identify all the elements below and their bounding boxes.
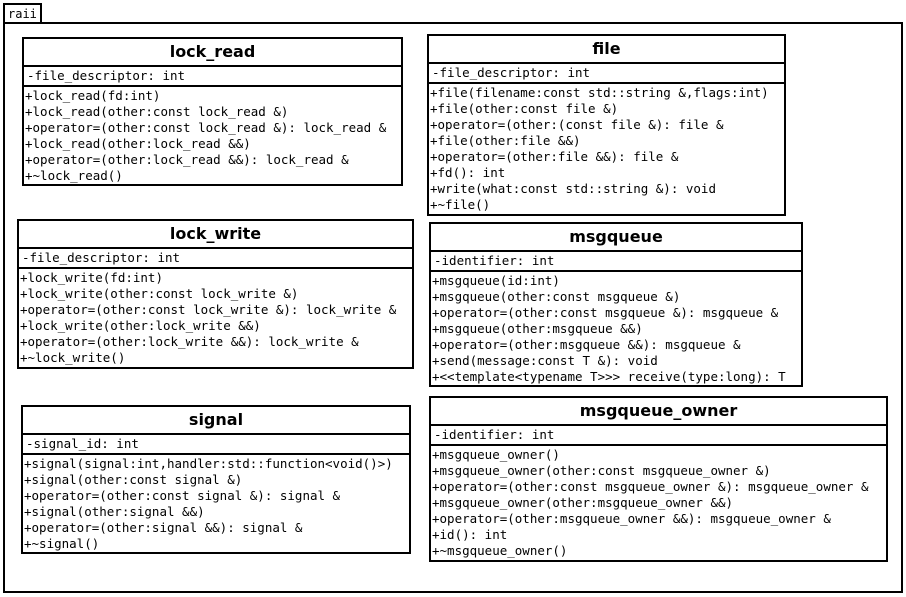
operation-list: +msgqueue_owner() +msgqueue_owner(other:… [431,446,886,560]
operation: +write(what:const std::string &): void [430,181,716,196]
operation: +~msgqueue_owner() [432,543,568,558]
operation: +msgqueue_owner(other:const msgqueue_own… [432,463,771,478]
operation: +operator=(other:const msgqueue_owner &)… [432,479,869,494]
attribute-list: -file_descriptor: int [19,249,412,269]
operation: +<<template<typename T>>> receive(type:l… [432,369,786,384]
operation: +msgqueue(other:const msgqueue &) [432,289,681,304]
operation: +operator=(other:lock_write &&): lock_wr… [20,334,359,349]
operation: +~lock_read() [25,168,123,183]
attribute-list: -identifier: int [431,252,801,272]
operation: +operator=(other:(const file &): file & [430,117,724,132]
class-msgqueue-owner: msgqueue_owner -identifier: int +msgqueu… [429,396,888,562]
operation-list: +signal(signal:int,handler:std::function… [23,455,409,553]
operation: +operator=(other:signal &&): signal & [24,520,303,535]
package-tab: raii [3,3,42,22]
operation: +operator=(other:file &&): file & [430,149,679,164]
attribute-list: -identifier: int [431,426,886,446]
operation: +signal(other:signal &&) [24,504,205,519]
attribute-list: -file_descriptor: int [24,67,401,87]
operation: +signal(signal:int,handler:std::function… [24,456,393,471]
class-name: lock_read [24,39,401,67]
operation: +operator=(other:const lock_write &): lo… [20,302,397,317]
attribute-list: -signal_id: int [23,435,409,455]
operation: +msgqueue_owner() [432,447,560,462]
operation-list: +lock_write(fd:int) +lock_write(other:co… [19,269,412,367]
attribute: -file_descriptor: int [22,250,181,265]
class-name: lock_write [19,221,412,249]
operation: +~file() [430,197,491,212]
operation: +signal(other:const signal &) [24,472,243,487]
operation-list: +lock_read(fd:int) +lock_read(other:cons… [24,87,401,185]
operation: +msgqueue(id:int) [432,273,560,288]
operation: +file(other:file &&) [430,133,581,148]
operation: +~signal() [24,536,100,551]
operation: +lock_write(other:lock_write &&) [20,318,261,333]
operation: +operator=(other:msgqueue_owner &&): msg… [432,511,831,526]
operation: +file(filename:const std::string &,flags… [430,85,769,100]
operation: +file(other:const file &) [430,101,619,116]
attribute: -signal_id: int [26,436,139,451]
operation: +msgqueue_owner(other:msgqueue_owner &&) [432,495,734,510]
operation: +fd(): int [430,165,506,180]
operation: +~lock_write() [20,350,126,365]
operation: +operator=(other:lock_read &&): lock_rea… [25,152,349,167]
operation: +lock_read(fd:int) [25,88,161,103]
operation: +lock_write(other:const lock_write &) [20,286,299,301]
class-signal: signal -signal_id: int +signal(signal:in… [21,405,411,554]
class-name: file [429,36,784,64]
package-name: raii [8,7,37,21]
attribute: -identifier: int [434,427,555,442]
operation: +lock_write(fd:int) [20,270,163,285]
class-lock-write: lock_write -file_descriptor: int +lock_w… [17,219,414,369]
operation: +msgqueue(other:msgqueue &&) [432,321,643,336]
operation: +operator=(other:const lock_read &): loc… [25,120,387,135]
class-name: signal [23,407,409,435]
attribute: -file_descriptor: int [27,68,186,83]
attribute: -identifier: int [434,253,555,268]
attribute: -file_descriptor: int [432,65,591,80]
class-name: msgqueue [431,224,801,252]
class-name: msgqueue_owner [431,398,886,426]
operation: +operator=(other:msgqueue &&): msgqueue … [432,337,741,352]
class-file: file -file_descriptor: int +file(filenam… [427,34,786,216]
operation: +send(message:const T &): void [432,353,658,368]
operation: +lock_read(other:lock_read &&) [25,136,251,151]
operation: +operator=(other:const msgqueue &): msgq… [432,305,779,320]
operation: +id(): int [432,527,508,542]
class-msgqueue: msgqueue -identifier: int +msgqueue(id:i… [429,222,803,387]
operation-list: +file(filename:const std::string &,flags… [429,84,784,214]
attribute-list: -file_descriptor: int [429,64,784,84]
operation: +lock_read(other:const lock_read &) [25,104,289,119]
operation-list: +msgqueue(id:int) +msgqueue(other:const … [431,272,801,386]
operation: +operator=(other:const signal &): signal… [24,488,341,503]
class-lock-read: lock_read -file_descriptor: int +lock_re… [22,37,403,186]
